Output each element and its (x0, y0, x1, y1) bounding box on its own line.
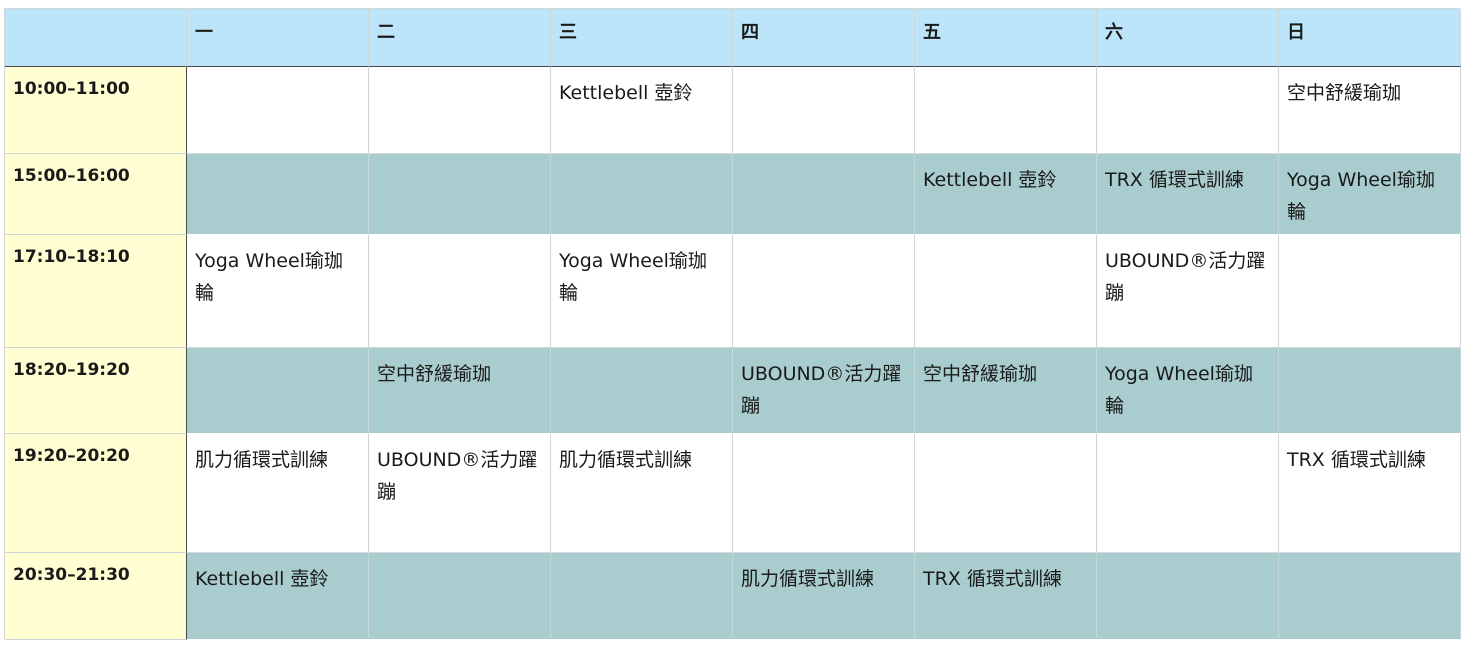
class-cell: TRX 循環式訓練 (1279, 434, 1461, 553)
class-cell (1097, 434, 1279, 553)
class-cell: 空中舒緩瑜珈 (915, 348, 1097, 434)
class-cell (915, 235, 1097, 348)
class-cell (551, 154, 733, 235)
class-cell: UBOUND®活力躍蹦 (369, 434, 551, 553)
class-cell (733, 154, 915, 235)
header-day-mon: 一 (187, 9, 369, 67)
class-cell (369, 553, 551, 640)
class-cell (369, 67, 551, 154)
class-cell: 肌力循環式訓練 (733, 553, 915, 640)
header-day-fri: 五 (915, 9, 1097, 67)
class-cell (369, 154, 551, 235)
header-corner (5, 9, 187, 67)
class-cell: Yoga Wheel瑜珈輪 (1279, 154, 1461, 235)
header-day-thu: 四 (733, 9, 915, 67)
class-cell (733, 434, 915, 553)
class-cell (1279, 553, 1461, 640)
class-cell: Kettlebell 壺鈴 (915, 154, 1097, 235)
header-day-tue: 二 (369, 9, 551, 67)
class-cell: UBOUND®活力躍蹦 (733, 348, 915, 434)
class-cell (187, 67, 369, 154)
class-cell (369, 235, 551, 348)
class-cell (551, 553, 733, 640)
class-cell: Kettlebell 壺鈴 (187, 553, 369, 640)
time-slot: 20:30–21:30 (5, 553, 187, 640)
class-cell: 肌力循環式訓練 (187, 434, 369, 553)
class-cell (1097, 553, 1279, 640)
class-cell: 空中舒緩瑜珈 (369, 348, 551, 434)
class-cell: UBOUND®活力躍蹦 (1097, 235, 1279, 348)
class-cell (915, 67, 1097, 154)
class-cell (551, 348, 733, 434)
header-day-sat: 六 (1097, 9, 1279, 67)
class-cell: Yoga Wheel瑜珈輪 (1097, 348, 1279, 434)
class-cell (1279, 348, 1461, 434)
class-cell (1097, 67, 1279, 154)
class-cell: 空中舒緩瑜珈 (1279, 67, 1461, 154)
class-cell (187, 154, 369, 235)
class-cell: Yoga Wheel瑜珈輪 (187, 235, 369, 348)
header-day-sun: 日 (1279, 9, 1461, 67)
time-slot: 19:20–20:20 (5, 434, 187, 553)
class-cell (915, 434, 1097, 553)
time-slot: 10:00–11:00 (5, 67, 187, 154)
class-cell (1279, 235, 1461, 348)
class-cell: Kettlebell 壺鈴 (551, 67, 733, 154)
time-slot: 17:10–18:10 (5, 235, 187, 348)
class-cell (187, 348, 369, 434)
time-slot: 15:00–16:00 (5, 154, 187, 235)
class-cell: TRX 循環式訓練 (915, 553, 1097, 640)
time-slot: 18:20–19:20 (5, 348, 187, 434)
class-cell (733, 67, 915, 154)
class-cell: 肌力循環式訓練 (551, 434, 733, 553)
class-cell (733, 235, 915, 348)
class-schedule-table: 一 二 三 四 五 六 日 10:00–11:00 Kettlebell 壺鈴 … (4, 8, 1461, 640)
class-cell: Yoga Wheel瑜珈輪 (551, 235, 733, 348)
class-cell: TRX 循環式訓練 (1097, 154, 1279, 235)
header-day-wed: 三 (551, 9, 733, 67)
